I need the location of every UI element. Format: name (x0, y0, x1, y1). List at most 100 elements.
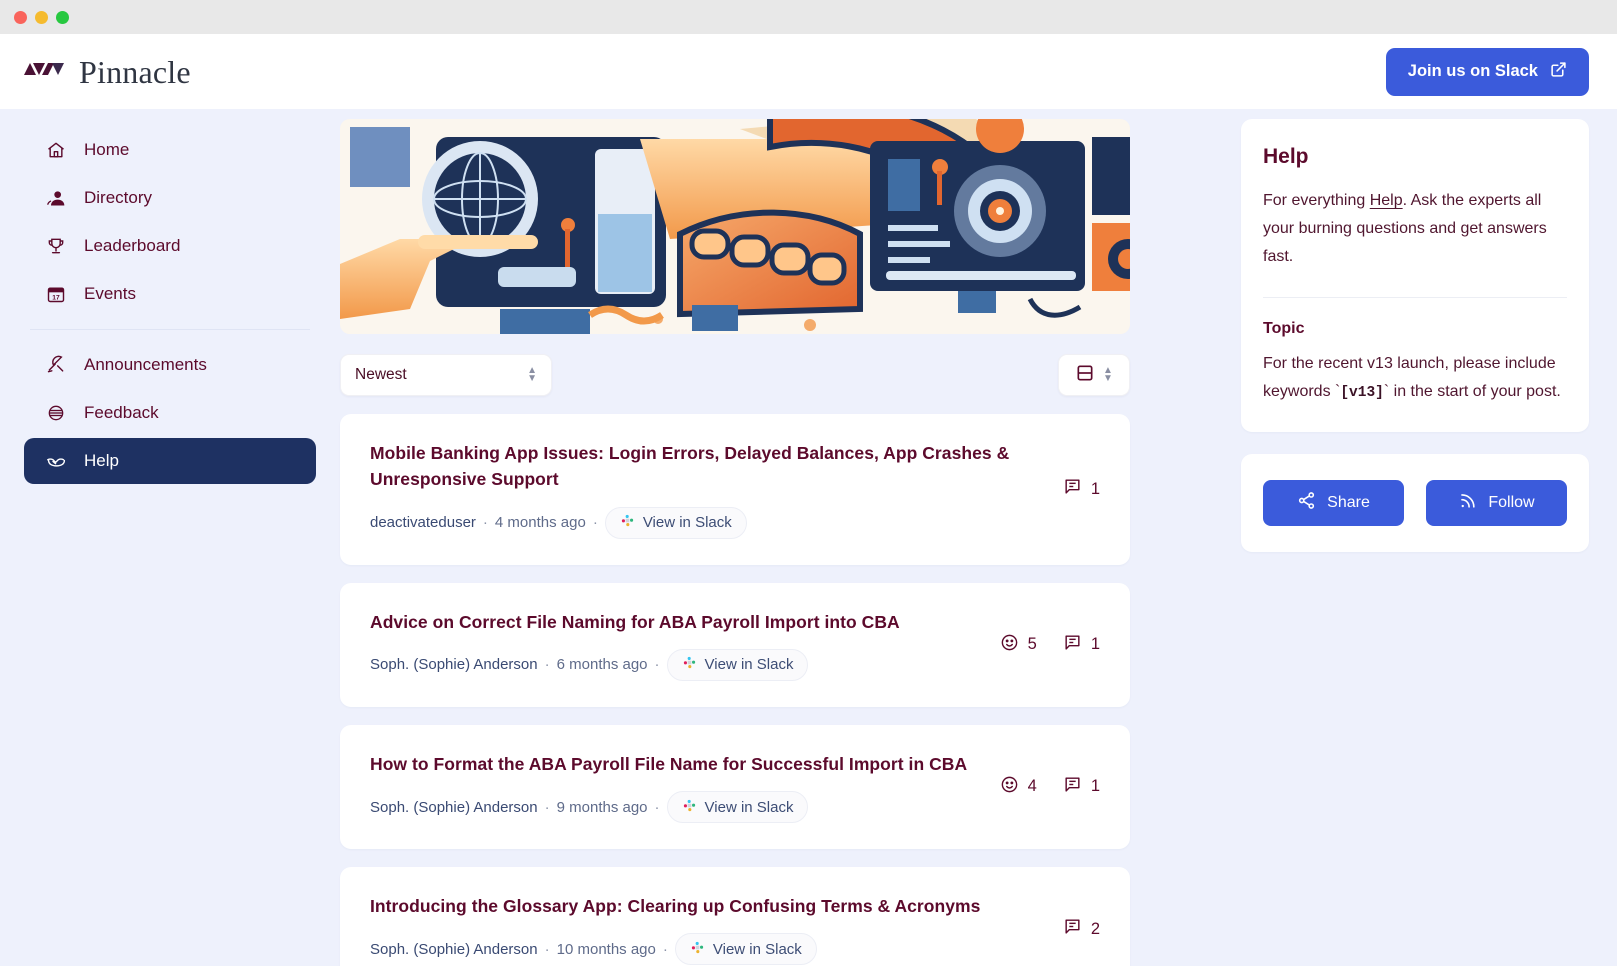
feed-toolbar: Newest ▲ ▼ ▲ ▼ (340, 354, 1130, 396)
follow-button[interactable]: Follow (1426, 480, 1567, 527)
post-stats: 4 1 (1000, 775, 1104, 799)
meta-separator: · (482, 514, 488, 531)
post-body: Advice on Correct File Naming for ABA Pa… (370, 609, 982, 681)
brand-logo[interactable]: Pinnacle (24, 56, 191, 88)
topic-code-keyword: [v13] (1340, 385, 1384, 401)
card-divider (1263, 297, 1567, 298)
post-body: How to Format the ABA Payroll File Name … (370, 751, 982, 823)
external-link-icon (1550, 61, 1567, 83)
sidebar-item-leaderboard[interactable]: Leaderboard (24, 223, 316, 269)
post-author[interactable]: Soph. (Sophie) Anderson (370, 941, 538, 958)
svg-text:17: 17 (52, 294, 60, 301)
sidebar-label: Home (84, 140, 130, 159)
post-title[interactable]: Introducing the Glossary App: Clearing u… (370, 893, 1045, 919)
comment-bubble-icon (1063, 477, 1082, 501)
window-close-button[interactable] (14, 10, 27, 24)
view-mode-toggle[interactable]: ▲ ▼ (1058, 354, 1130, 396)
topic-label: Topic (1263, 320, 1305, 337)
post-author[interactable]: deactivateduser (370, 514, 476, 531)
post-body: Introducing the Glossary App: Clearing u… (370, 893, 1045, 966)
slack-chip-label: View in Slack (704, 798, 794, 816)
sidebar-item-directory[interactable]: Directory (24, 175, 316, 221)
post-author[interactable]: Soph. (Sophie) Anderson (370, 656, 538, 673)
sidebar-item-feedback[interactable]: Feedback (24, 390, 316, 436)
post-title[interactable]: Advice on Correct File Naming for ABA Pa… (370, 609, 982, 635)
help-inline-link[interactable]: Help (1370, 192, 1403, 209)
brand-name: Pinnacle (79, 53, 191, 90)
share-button[interactable]: Share (1263, 480, 1404, 527)
view-in-slack-chip[interactable]: View in Slack (674, 933, 817, 966)
join-us-on-slack-button[interactable]: Join us on Slack (1385, 47, 1589, 96)
post-timestamp: 9 months ago (556, 798, 648, 816)
join-slack-label: Join us on Slack (1407, 62, 1538, 80)
help-info-card: Help For everything Help. Ask the expert… (1241, 119, 1589, 433)
trophy-icon (44, 236, 68, 256)
meta-separator: · (544, 656, 550, 674)
post-timestamp: 4 months ago (494, 514, 586, 531)
view-in-slack-chip[interactable]: View in Slack (666, 648, 809, 681)
sidebar-label: Directory (84, 188, 153, 207)
view-in-slack-chip[interactable]: View in Slack (666, 791, 809, 823)
chevron-updown-icon: ▲ ▼ (1103, 365, 1113, 384)
reaction-count-value: 4 (1027, 777, 1037, 796)
sidebar-item-help[interactable]: Help (24, 438, 316, 484)
comment-bubble-icon (1063, 917, 1082, 941)
sidebar-label: Feedback (84, 403, 159, 422)
sidebar-label: Events (84, 284, 136, 303)
post-meta: deactivateduser · 4 months ago · View in… (370, 506, 1045, 539)
meta-separator: · (544, 798, 550, 816)
reaction-count[interactable]: 4 (1000, 775, 1037, 799)
comment-count-value: 1 (1090, 777, 1100, 796)
sort-dropdown[interactable]: Newest ▲ ▼ (340, 354, 552, 396)
post-body: Mobile Banking App Issues: Login Errors,… (370, 440, 1045, 539)
post-timestamp: 6 months ago (556, 656, 648, 674)
post-card[interactable]: How to Format the ABA Payroll File Name … (340, 724, 1130, 849)
sort-value: Newest (355, 366, 407, 383)
follow-button-label: Follow (1488, 494, 1535, 512)
post-card[interactable]: Mobile Banking App Issues: Login Errors,… (340, 414, 1130, 565)
comment-count[interactable]: 1 (1063, 775, 1100, 799)
post-card[interactable]: Advice on Correct File Naming for ABA Pa… (340, 582, 1130, 707)
post-timestamp: 10 months ago (556, 940, 656, 958)
post-author[interactable]: Soph. (Sophie) Anderson (370, 799, 538, 816)
meta-separator: · (654, 798, 660, 816)
main-content: Newest ▲ ▼ ▲ ▼ Mobile Banking App Issues… (340, 109, 1617, 966)
window-maximize-button[interactable] (56, 10, 69, 24)
help-desc-lead: For everything (1263, 192, 1370, 209)
share-nodes-icon (1297, 491, 1316, 515)
comment-bubble-icon (1063, 775, 1082, 799)
sidebar-divider (30, 329, 310, 330)
comment-bubble-icon (1063, 633, 1082, 657)
rail-actions-card: Share Follow (1241, 454, 1589, 553)
view-in-slack-chip[interactable]: View in Slack (604, 506, 747, 539)
post-feed: Newest ▲ ▼ ▲ ▼ Mobile Banking App Issues… (340, 119, 1130, 966)
meta-separator: · (662, 940, 668, 958)
sidebar-item-announcements[interactable]: Announcements (24, 342, 316, 388)
smiley-face-icon (1000, 775, 1019, 799)
comment-count[interactable]: 1 (1063, 633, 1100, 657)
topic-description: For the recent v13 launch, please includ… (1263, 350, 1567, 406)
sidebar-item-home[interactable]: Home (24, 127, 316, 173)
people-directory-icon (44, 188, 68, 208)
topic-tail: ` in the start of your post. (1383, 383, 1561, 400)
comment-count-value: 1 (1090, 635, 1100, 654)
smiley-face-icon (1000, 633, 1019, 657)
window-minimize-button[interactable] (35, 10, 48, 24)
slack-chip-label: View in Slack (712, 940, 802, 958)
slack-icon (682, 798, 697, 817)
comment-count[interactable]: 1 (1063, 477, 1100, 501)
sidebar-label: Announcements (84, 355, 207, 374)
reaction-count[interactable]: 5 (1000, 633, 1037, 657)
comment-count[interactable]: 2 (1063, 917, 1100, 941)
post-title[interactable]: Mobile Banking App Issues: Login Errors,… (370, 440, 1045, 493)
post-card[interactable]: Introducing the Glossary App: Clearing u… (340, 867, 1130, 966)
rail-actions: Share Follow (1263, 480, 1567, 527)
list-view-icon (1075, 363, 1095, 388)
rss-feed-icon (1458, 491, 1477, 515)
app-body: Home Directory Leaderboard 17 Events Ann… (0, 109, 1617, 966)
comment-count-value: 1 (1090, 479, 1100, 498)
post-title[interactable]: How to Format the ABA Payroll File Name … (370, 751, 982, 777)
help-card-title: Help (1263, 145, 1309, 168)
share-button-label: Share (1327, 494, 1370, 512)
sidebar-item-events[interactable]: 17 Events (24, 271, 316, 317)
